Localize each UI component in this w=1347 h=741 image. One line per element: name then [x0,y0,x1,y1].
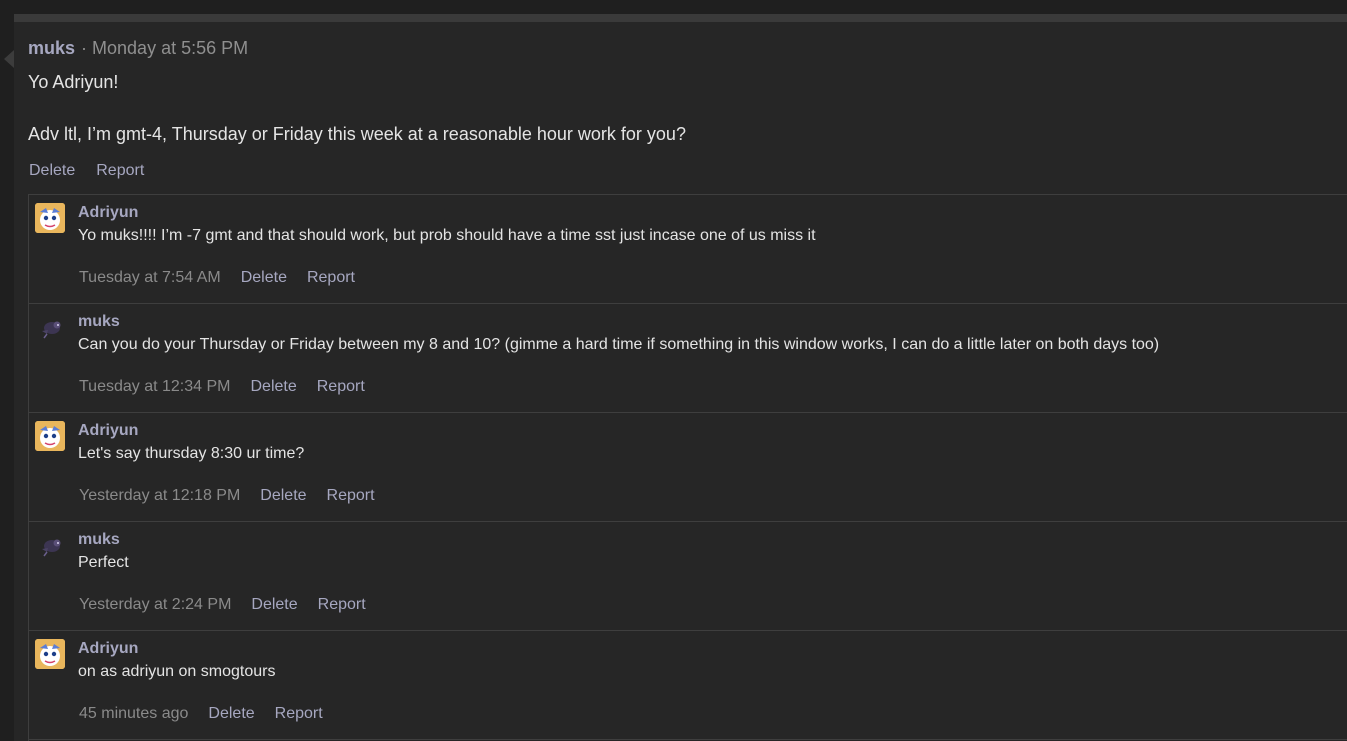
comment-meta: Yesterday at 12:18 PM Delete Report [79,487,375,505]
comment-meta: Yesterday at 2:24 PM Delete Report [79,596,366,614]
comment-item: muks Can you do your Thursday or Friday … [29,304,1347,413]
comment-item: Adriyun Yo muks!!!! I’m -7 gmt and that … [29,195,1347,304]
post-header: muks · Monday at 5:56 PM [28,38,248,59]
comment-delete-link[interactable]: Delete [208,705,254,722]
comment-timestamp[interactable]: Yesterday at 2:24 PM [79,596,231,613]
comment-timestamp[interactable]: Tuesday at 7:54 AM [79,269,221,286]
post-report-link[interactable]: Report [96,162,144,179]
top-bar [0,0,1347,14]
comment-author-link[interactable]: muks [78,531,120,549]
comment-item: Adriyun Let's say thursday 8:30 ur time?… [29,413,1347,522]
profile-post: muks · Monday at 5:56 PM Yo Adriyun! Adv l… [14,22,1347,741]
adriyun-avatar[interactable] [35,639,65,669]
comment-text: on as adriyun on smogtours [78,663,276,680]
comment-report-link[interactable]: Report [327,487,375,504]
collapse-arrow-icon [4,50,14,68]
comment-item: Adriyun on as adriyun on smogtours 45 mi… [29,631,1347,740]
adriyun-avatar[interactable] [35,203,65,233]
comment-meta: Tuesday at 12:34 PM Delete Report [79,378,365,396]
post-separator: · [81,38,88,58]
comment-timestamp[interactable]: Tuesday at 12:34 PM [79,378,231,395]
page: muks · Monday at 5:56 PM Yo Adriyun! Adv l… [0,0,1347,741]
muks-avatar[interactable] [35,312,65,342]
post-delete-link[interactable]: Delete [29,162,75,179]
comment-author-link[interactable]: muks [78,313,120,331]
comment-timestamp[interactable]: 45 minutes ago [79,705,188,722]
comment-report-link[interactable]: Report [318,596,366,613]
comment-delete-link[interactable]: Delete [260,487,306,504]
comment-report-link[interactable]: Report [317,378,365,395]
comment-meta: Tuesday at 7:54 AM Delete Report [79,269,355,287]
muks-avatar[interactable] [35,530,65,560]
adriyun-avatar[interactable] [35,421,65,451]
comment-author-link[interactable]: Adriyun [78,422,138,440]
comment-text: Can you do your Thursday or Friday betwe… [78,336,1160,353]
post-body-line: Adv ltl, I’m gmt-4, Thursday or Friday t… [28,124,686,144]
post-actions: Delete Report [29,162,144,180]
comment-list: Adriyun Yo muks!!!! I’m -7 gmt and that … [28,194,1347,741]
comment-author-link[interactable]: Adriyun [78,204,138,222]
comment-text: Yo muks!!!! I’m -7 gmt and that should w… [78,227,816,244]
post-body-line: Yo Adriyun! [28,72,119,92]
comment-report-link[interactable]: Report [307,269,355,286]
comment-author-link[interactable]: Adriyun [78,640,138,658]
comment-delete-link[interactable]: Delete [251,596,297,613]
comment-delete-link[interactable]: Delete [241,269,287,286]
comment-text: Perfect [78,554,129,571]
post-timestamp[interactable]: Monday at 5:56 PM [92,38,248,58]
left-gutter [0,14,14,741]
comment-item: muks Perfect Yesterday at 2:24 PM Delete R… [29,522,1347,631]
comment-meta: 45 minutes ago Delete Report [79,705,323,723]
post-author-link[interactable]: muks [28,38,75,58]
comment-report-link[interactable]: Report [275,705,323,722]
comment-delete-link[interactable]: Delete [251,378,297,395]
comment-timestamp[interactable]: Yesterday at 12:18 PM [79,487,240,504]
comment-text: Let's say thursday 8:30 ur time? [78,445,305,462]
top-divider [14,14,1347,22]
